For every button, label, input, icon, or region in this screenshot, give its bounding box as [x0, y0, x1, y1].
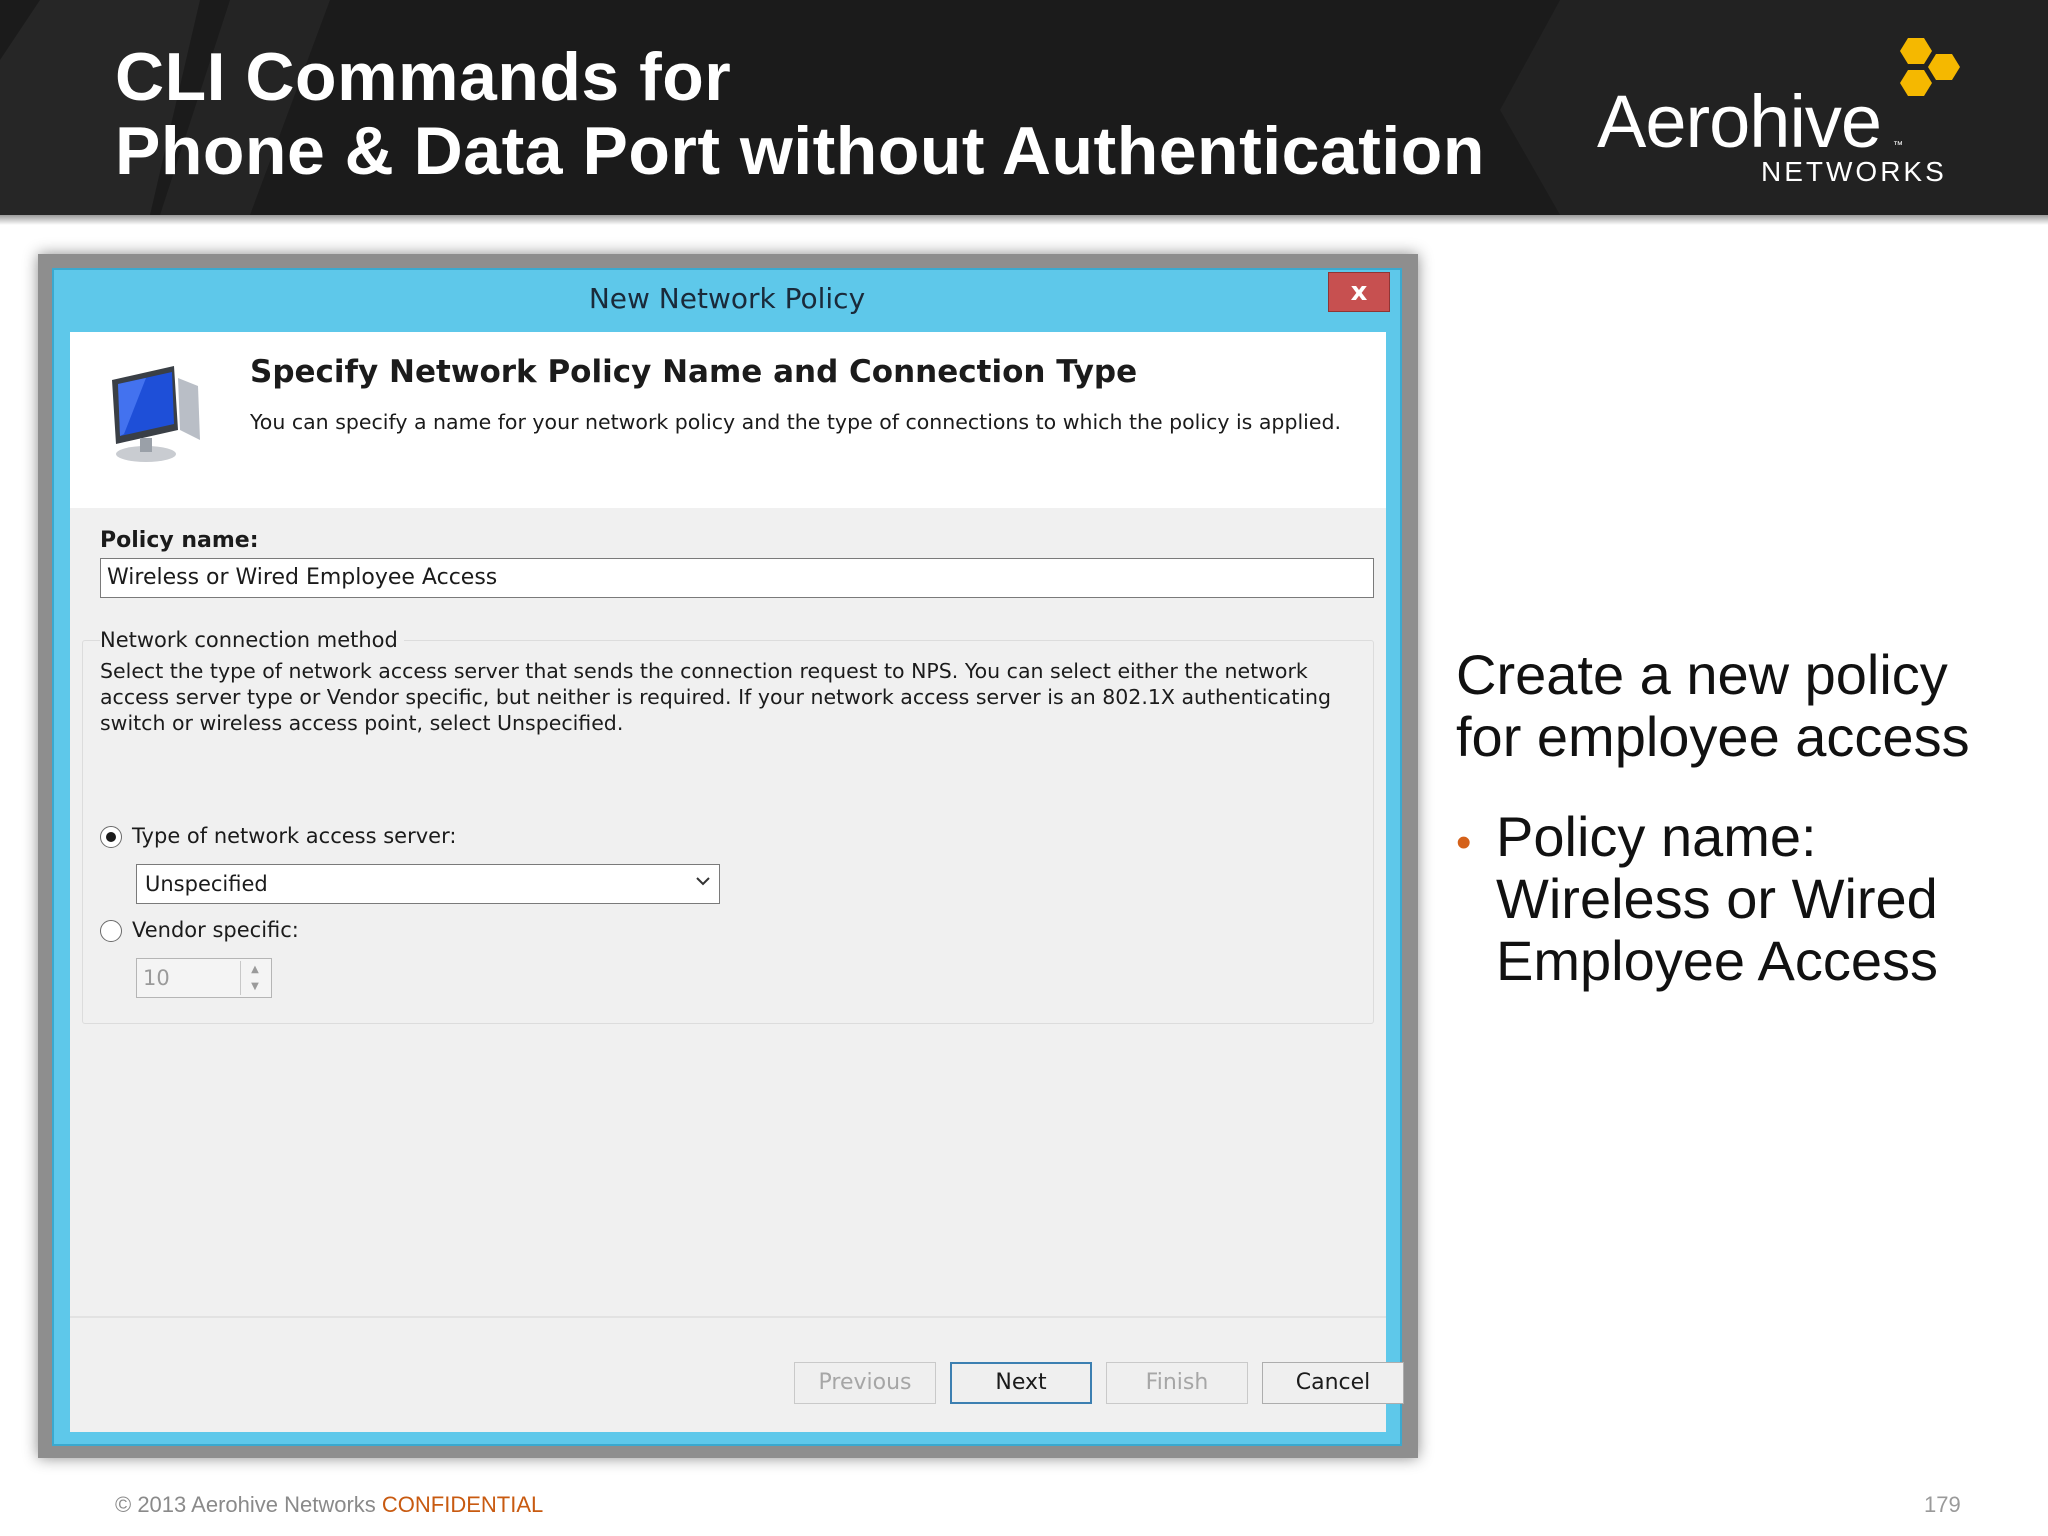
slide-title: CLI Commands for Phone & Data Port witho… — [115, 40, 1485, 188]
server-type-select[interactable]: Unspecified — [136, 864, 720, 904]
chevron-down-icon — [696, 877, 710, 886]
dialog-separator — [70, 1316, 1386, 1318]
wizard-step-description: You can specify a name for your network … — [250, 410, 1341, 434]
radio-type-of-server-label[interactable]: Type of network access server: — [132, 824, 456, 848]
slide-title-line-2: Phone & Data Port without Authentication — [115, 113, 1485, 189]
vendor-code-spinner[interactable]: 10 ▲ ▼ — [136, 958, 272, 998]
next-button[interactable]: Next — [950, 1362, 1092, 1404]
finish-button[interactable]: Finish — [1106, 1362, 1248, 1404]
aerohive-hexagon-logo-icon — [1900, 38, 1960, 96]
radio-vendor-specific[interactable] — [100, 920, 122, 942]
previous-button[interactable]: Previous — [794, 1362, 936, 1404]
policy-name-label: Policy name: — [100, 528, 259, 553]
radio-type-of-server[interactable] — [100, 826, 122, 848]
server-type-selected-value: Unspecified — [145, 872, 268, 896]
slide-header-banner: CLI Commands for Phone & Data Port witho… — [0, 0, 2048, 215]
close-button[interactable]: x — [1328, 272, 1390, 312]
connection-method-description: Select the type of network access server… — [100, 659, 1331, 735]
wizard-header: Specify Network Policy Name and Connecti… — [70, 332, 1386, 508]
policy-name-input[interactable]: Wireless or Wired Employee Access — [100, 558, 1374, 598]
dialog-body: Specify Network Policy Name and Connecti… — [70, 332, 1404, 1432]
vendor-code-value: 10 — [143, 966, 170, 990]
page-number: 179 — [1924, 1492, 1961, 1517]
radio-vendor-specific-label[interactable]: Vendor specific: — [132, 918, 299, 942]
slide-title-line-1: CLI Commands for — [115, 39, 732, 115]
spin-up-icon[interactable]: ▲ — [241, 961, 269, 978]
side-heading: Create a new policy for employee access — [1456, 643, 1970, 768]
computer-monitor-icon — [112, 366, 200, 462]
logo-trademark: ™ — [1893, 140, 1903, 151]
logo-wordmark: Aerohive — [1597, 80, 1882, 163]
dialog-window-title: New Network Policy — [588, 282, 866, 315]
connection-method-label: Network connection method — [100, 628, 404, 652]
spinner-buttons[interactable]: ▲ ▼ — [240, 961, 269, 995]
spin-down-icon[interactable]: ▼ — [241, 978, 269, 995]
bullet-policy-name: Policy name: Wireless or Wired Employee … — [1496, 805, 1938, 992]
bullet-marker: • — [1456, 818, 1472, 867]
wizard-step-title: Specify Network Policy Name and Connecti… — [250, 354, 1138, 390]
logo-networks: NETWORKS — [1761, 156, 1947, 187]
copyright-text: © 2013 Aerohive Networks — [115, 1492, 382, 1517]
confidential-label: CONFIDENTIAL — [381, 1492, 544, 1517]
header-shadow — [0, 215, 2048, 225]
footer-copyright: © 2013 Aerohive Networks CONFIDENTIAL — [115, 1492, 543, 1518]
cancel-button[interactable]: Cancel — [1262, 1362, 1404, 1404]
new-network-policy-dialog: New Network Policy x Specify Network Pol… — [52, 268, 1404, 1446]
